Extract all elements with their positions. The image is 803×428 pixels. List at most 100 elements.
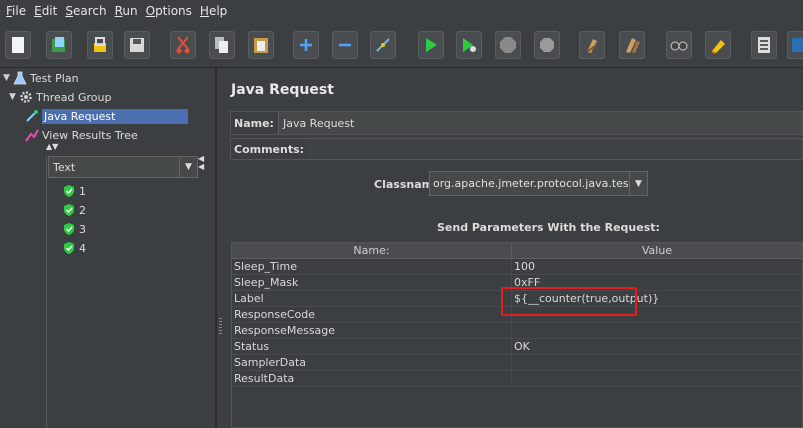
shield-check-icon [64,185,74,197]
name-field[interactable]: Java Request [277,112,802,134]
table-row[interactable]: Status OK [232,339,802,355]
tree-item-thread-group[interactable]: ▼ Thread Group [9,88,111,106]
classname-select[interactable]: org.apache.jmeter.protocol.java.test.Jav… [429,171,648,196]
annotation-highlight-box [501,287,637,316]
paste-icon [254,38,268,53]
reset-search-icon [711,40,725,54]
toggle-icon [376,38,390,52]
param-name[interactable]: SamplerData [232,355,512,370]
param-name[interactable]: Sleep_Mask [232,275,512,290]
templates-icon [52,37,65,52]
clear-button[interactable] [579,31,605,59]
help-button[interactable] [787,31,803,59]
collapse-icon [339,43,351,47]
name-row: Name: Java Request [230,111,803,135]
expand-icon [300,39,312,51]
drag-handle[interactable] [219,318,222,334]
stop-button[interactable] [495,31,521,59]
send-parameters-label: Send Parameters With the Request: [437,221,660,234]
pipette-icon [26,110,38,122]
function-helper-icon [758,37,770,53]
start-button[interactable] [418,31,444,59]
cut-button[interactable] [170,31,196,59]
split-pane-divider[interactable] [216,68,224,428]
shield-check-icon [64,204,74,216]
search-icon [670,41,688,51]
table-row[interactable]: ResultData [232,371,802,387]
tree-item-test-plan[interactable]: ▼ Test Plan [3,69,79,87]
reset-search-button[interactable] [705,31,731,59]
menu-edit[interactable]: Edit [30,4,61,18]
param-name[interactable]: Label [232,291,512,306]
result-item[interactable]: 2 [62,201,86,219]
paste-button[interactable] [248,31,274,59]
param-name[interactable]: Status [232,339,512,354]
collapse-all-button[interactable] [332,31,358,59]
result-item[interactable]: 1 [62,182,86,200]
copy-icon [215,37,228,53]
shutdown-icon [540,38,554,52]
table-row[interactable]: ResponseMessage [232,323,802,339]
chevron-down-icon[interactable]: ▼ [629,172,647,195]
param-name[interactable]: ResponseMessage [232,323,512,338]
menu-options[interactable]: Options [142,4,196,18]
expand-all-button[interactable] [293,31,319,59]
help-icon [792,38,803,52]
tree-item-view-results-tree[interactable]: View Results Tree [25,126,138,144]
renderer-select[interactable]: Text ▼ [48,156,198,178]
shutdown-button[interactable] [534,31,560,59]
menu-bar: File Edit Search Run Options Help [0,0,803,22]
resize-arrows-icon[interactable]: ▲▼ [46,142,58,151]
param-name[interactable]: ResultData [232,371,512,386]
param-value[interactable]: 100 [512,259,802,274]
result-item[interactable]: 3 [62,220,86,238]
name-label: Name: [234,116,274,130]
table-header: Name: Value [232,243,802,259]
param-value[interactable] [512,323,802,338]
start-no-pauses-button[interactable] [456,31,482,59]
save-button[interactable] [124,31,150,59]
open-icon [94,37,106,52]
column-header-value[interactable]: Value [512,243,802,258]
collapse-handle-icon[interactable]: ◀ ◀ [198,155,204,171]
shield-check-icon [64,223,74,235]
clear-all-button[interactable] [619,31,645,59]
function-helper-button[interactable] [751,31,777,59]
chevron-down-icon[interactable]: ▼ [179,157,197,177]
gear-icon [20,91,32,103]
toolbar [0,22,803,68]
comments-field[interactable] [306,139,802,159]
collapse-arrow-icon[interactable]: ▼ [9,92,19,102]
column-header-name[interactable]: Name: [232,243,512,258]
param-name[interactable]: Sleep_Time [232,259,512,274]
comments-label: Comments: [234,142,305,156]
param-value[interactable] [512,371,802,386]
menu-search[interactable]: Search [61,4,110,18]
open-button[interactable] [87,31,113,59]
chart-icon [25,129,39,142]
collapse-arrow-icon[interactable]: ▼ [3,73,13,83]
tree-item-java-request[interactable]: Java Request [25,107,188,125]
param-value[interactable] [512,355,802,370]
menu-file[interactable]: File [2,4,30,18]
clear-all-icon [626,38,640,53]
param-value[interactable]: OK [512,339,802,354]
param-name[interactable]: ResponseCode [232,307,512,322]
toggle-button[interactable] [370,31,396,59]
shield-check-icon [64,242,74,254]
copy-button[interactable] [209,31,235,59]
menu-run[interactable]: Run [111,4,142,18]
table-row[interactable]: SamplerData [232,355,802,371]
stop-icon [500,37,516,53]
java-request-panel: Java Request Name: Java Request Comments… [224,68,803,428]
new-icon [12,37,24,53]
parameters-table: Name: Value Sleep_Time 100 Sleep_Mask 0xFF… [231,242,803,428]
templates-button[interactable] [46,31,72,59]
table-row[interactable]: Sleep_Time 100 [232,259,802,275]
page-title: Java Request [231,82,334,98]
cut-icon [176,36,190,54]
menu-help[interactable]: Help [196,4,231,18]
result-item[interactable]: 4 [62,239,86,257]
new-button[interactable] [5,31,31,59]
search-button[interactable] [666,31,692,59]
